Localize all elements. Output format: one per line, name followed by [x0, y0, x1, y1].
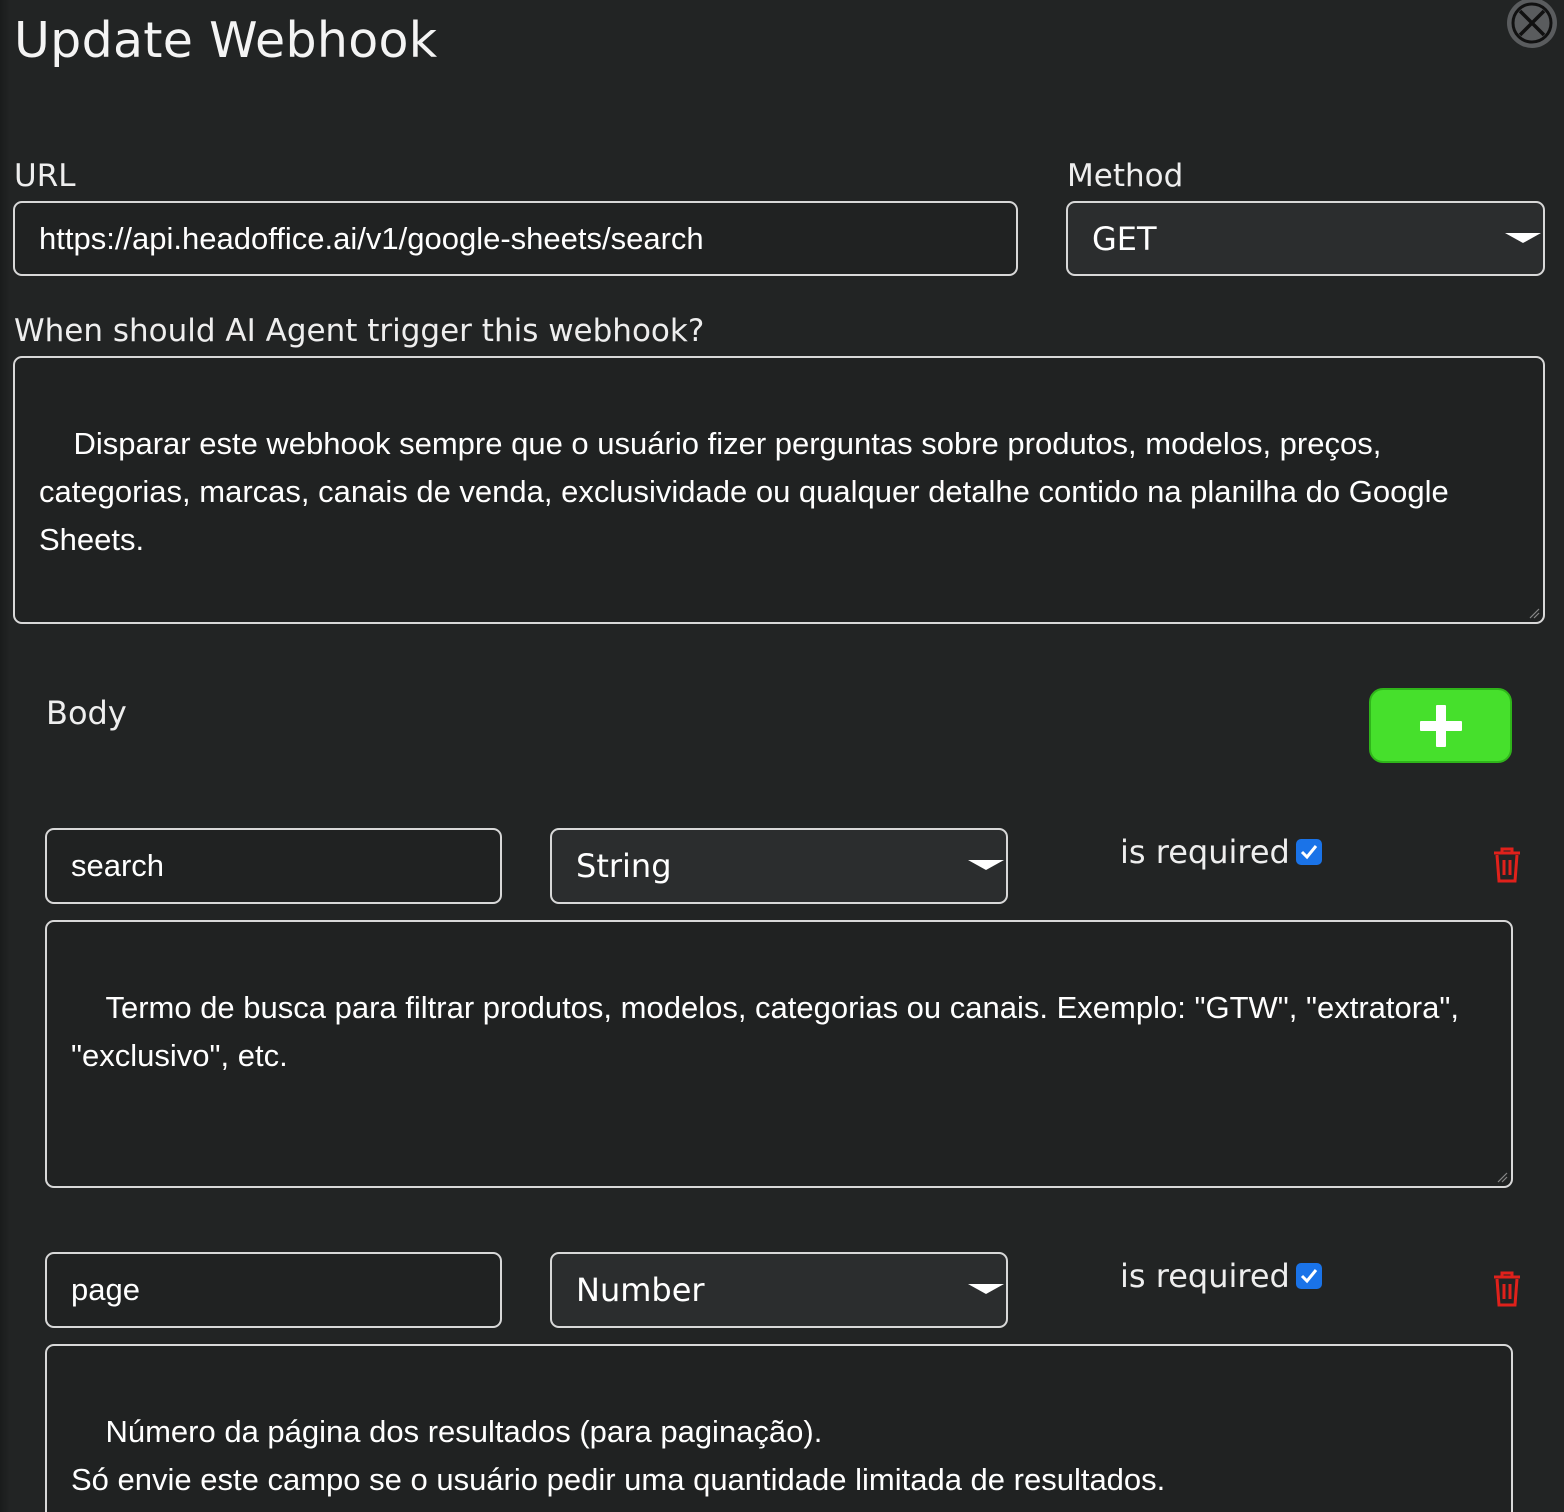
is-required-checkbox[interactable]	[1296, 1263, 1322, 1289]
trash-icon	[1494, 847, 1520, 883]
method-label: Method	[1067, 158, 1184, 194]
param-name-input[interactable]: search	[45, 828, 502, 904]
param-description-textarea[interactable]: Número da página dos resultados (para pa…	[45, 1344, 1513, 1512]
param-description-textarea[interactable]: Termo de busca para filtrar produtos, mo…	[45, 920, 1513, 1188]
param-type-select[interactable]: String	[550, 828, 1008, 904]
param-type-value: String	[576, 847, 672, 885]
checkmark-icon	[1300, 845, 1318, 860]
param-name-value: page	[71, 1272, 140, 1307]
trigger-value: Disparar este webhook sempre que o usuár…	[39, 426, 1458, 557]
url-label: URL	[14, 158, 76, 194]
delete-param-button[interactable]	[1492, 847, 1522, 883]
param-description-value: Número da página dos resultados (para pa…	[71, 1414, 1166, 1512]
checkmark-icon	[1300, 1269, 1318, 1284]
add-param-button[interactable]	[1369, 688, 1512, 763]
param-type-select[interactable]: Number	[550, 1252, 1008, 1328]
trigger-textarea[interactable]: Disparar este webhook sempre que o usuár…	[13, 356, 1545, 624]
resize-grip-icon[interactable]	[1528, 607, 1540, 619]
modal-title: Update Webhook	[14, 12, 438, 69]
body-label: Body	[46, 694, 127, 732]
is-required-checkbox[interactable]	[1296, 839, 1322, 865]
resize-grip-icon[interactable]	[1496, 1171, 1508, 1183]
is-required-label: is required	[1120, 833, 1290, 871]
param-description-value: Termo de busca para filtrar produtos, mo…	[71, 990, 1468, 1073]
method-select[interactable]: GET	[1066, 201, 1545, 276]
param-type-value: Number	[576, 1271, 705, 1309]
method-value: GET	[1092, 219, 1157, 258]
chevron-down-icon	[968, 1284, 1004, 1294]
close-button[interactable]	[1507, 0, 1557, 48]
update-webhook-modal: Update Webhook URL https://api.headoffic…	[0, 0, 1564, 1512]
url-value: https://api.headoffice.ai/v1/google-shee…	[39, 220, 704, 256]
plus-icon	[1419, 704, 1462, 747]
param-name-value: search	[71, 848, 165, 883]
param-name-input[interactable]: page	[45, 1252, 502, 1328]
chevron-down-icon	[968, 860, 1004, 870]
chevron-down-icon	[1505, 233, 1541, 243]
delete-param-button[interactable]	[1492, 1271, 1522, 1307]
url-input[interactable]: https://api.headoffice.ai/v1/google-shee…	[13, 201, 1018, 276]
is-required-label: is required	[1120, 1257, 1290, 1295]
trigger-label: When should AI Agent trigger this webhoo…	[14, 313, 705, 349]
trash-icon	[1494, 1271, 1520, 1307]
close-icon	[1511, 2, 1553, 44]
left-shadow	[0, 0, 10, 1512]
